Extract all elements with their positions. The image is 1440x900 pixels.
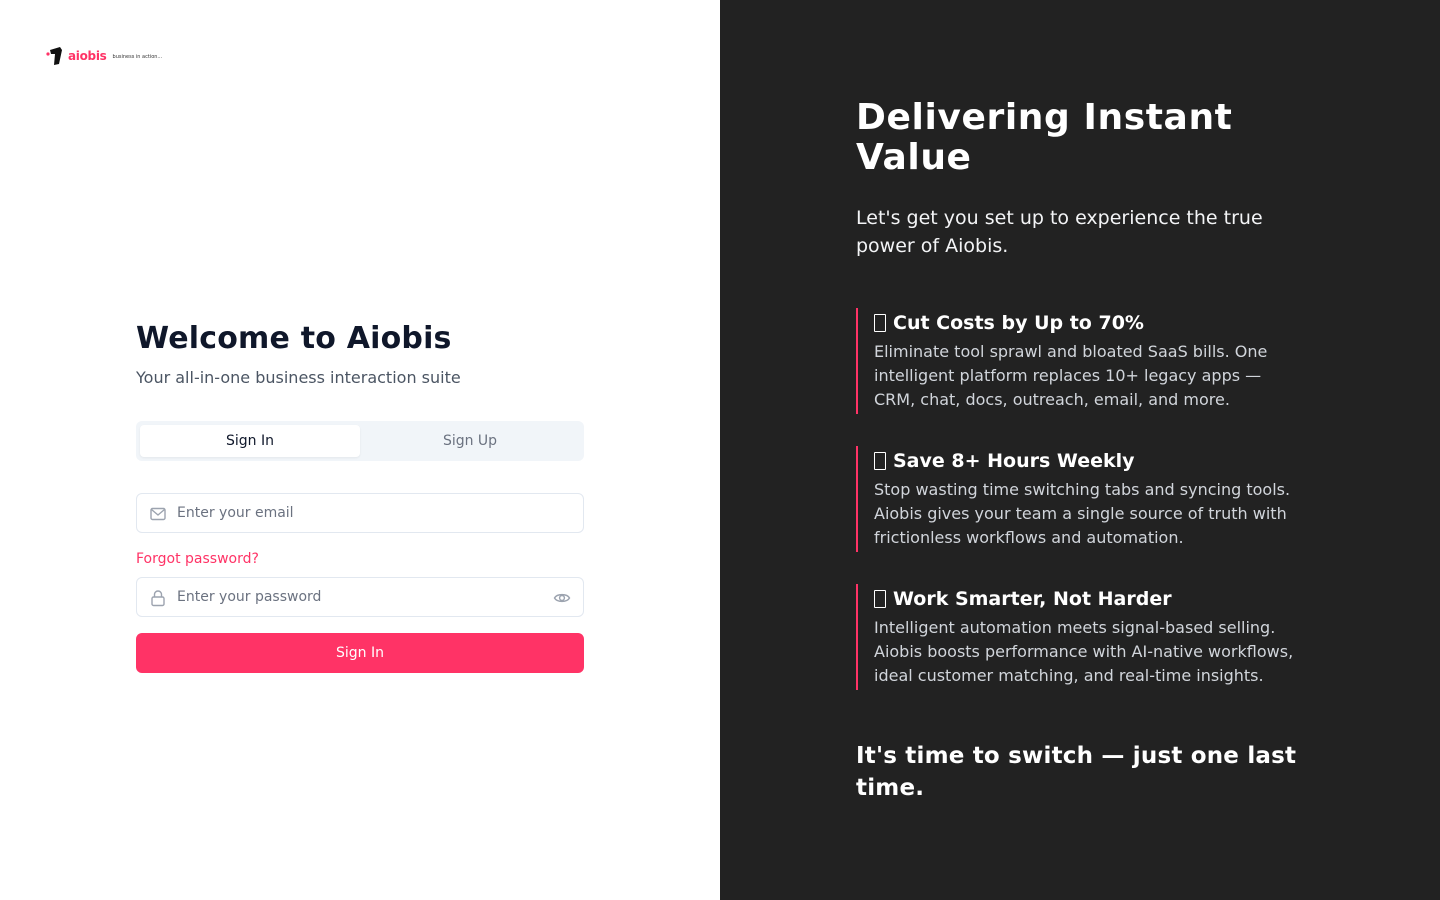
marketing-subtitle: Let's get you set up to experience the t… <box>856 207 1263 257</box>
marketing-content: Delivering Instant Value Let's get you s… <box>856 98 1306 804</box>
feature-item: Work Smarter, Not Harder Intelligent aut… <box>856 584 1306 690</box>
logo-mark-icon <box>46 47 62 65</box>
closing-statement: It's time to switch — just one last time… <box>856 743 1297 801</box>
emoji-placeholder-icon <box>874 452 886 470</box>
tab-sign-in[interactable]: Sign In <box>140 425 360 457</box>
feature-title: Save 8+ Hours Weekly <box>893 450 1135 472</box>
feature-description: Intelligent automation meets signal-base… <box>874 618 1294 685</box>
feature-title: Work Smarter, Not Harder <box>893 588 1172 610</box>
feature-description: Eliminate tool sprawl and bloated SaaS b… <box>874 342 1268 409</box>
email-field-wrapper <box>136 493 584 533</box>
feature-title: Cut Costs by Up to 70% <box>893 312 1144 334</box>
auth-form: Welcome to Aiobis Your all-in-one busine… <box>136 320 584 673</box>
forgot-password-link[interactable]: Forgot password? <box>136 551 259 567</box>
password-field-wrapper <box>136 577 584 617</box>
email-input[interactable] <box>137 494 583 532</box>
emoji-placeholder-icon <box>874 590 886 608</box>
marketing-panel: Delivering Instant Value Let's get you s… <box>720 0 1440 900</box>
tab-sign-up[interactable]: Sign Up <box>360 425 580 457</box>
sign-in-button[interactable]: Sign In <box>136 633 584 673</box>
page-title: Welcome to Aiobis <box>136 321 452 356</box>
auth-tabs: Sign In Sign Up <box>136 421 584 461</box>
feature-item: Cut Costs by Up to 70% Eliminate tool sp… <box>856 308 1306 414</box>
page-subtitle: Your all-in-one business interaction sui… <box>136 368 461 387</box>
feature-heading: Cut Costs by Up to 70% <box>874 311 1306 335</box>
feature-heading: Work Smarter, Not Harder <box>874 587 1306 611</box>
logo-wordmark: aiobis <box>68 49 107 63</box>
auth-panel: aiobis business in action... Welcome to … <box>0 0 720 900</box>
feature-item: Save 8+ Hours Weekly Stop wasting time s… <box>856 446 1306 552</box>
emoji-placeholder-icon <box>874 314 886 332</box>
lock-icon <box>151 590 165 607</box>
password-input[interactable] <box>137 578 583 616</box>
feature-description: Stop wasting time switching tabs and syn… <box>874 480 1291 547</box>
logo-tagline: business in action... <box>112 54 163 60</box>
brand-logo[interactable]: aiobis business in action... <box>46 46 162 66</box>
eye-icon[interactable] <box>553 589 571 607</box>
feature-heading: Save 8+ Hours Weekly <box>874 449 1306 473</box>
mail-icon <box>150 507 166 521</box>
marketing-title: Delivering Instant Value <box>856 97 1233 178</box>
login-page: aiobis business in action... Welcome to … <box>0 0 1440 900</box>
feature-list: Cut Costs by Up to 70% Eliminate tool sp… <box>856 308 1306 690</box>
